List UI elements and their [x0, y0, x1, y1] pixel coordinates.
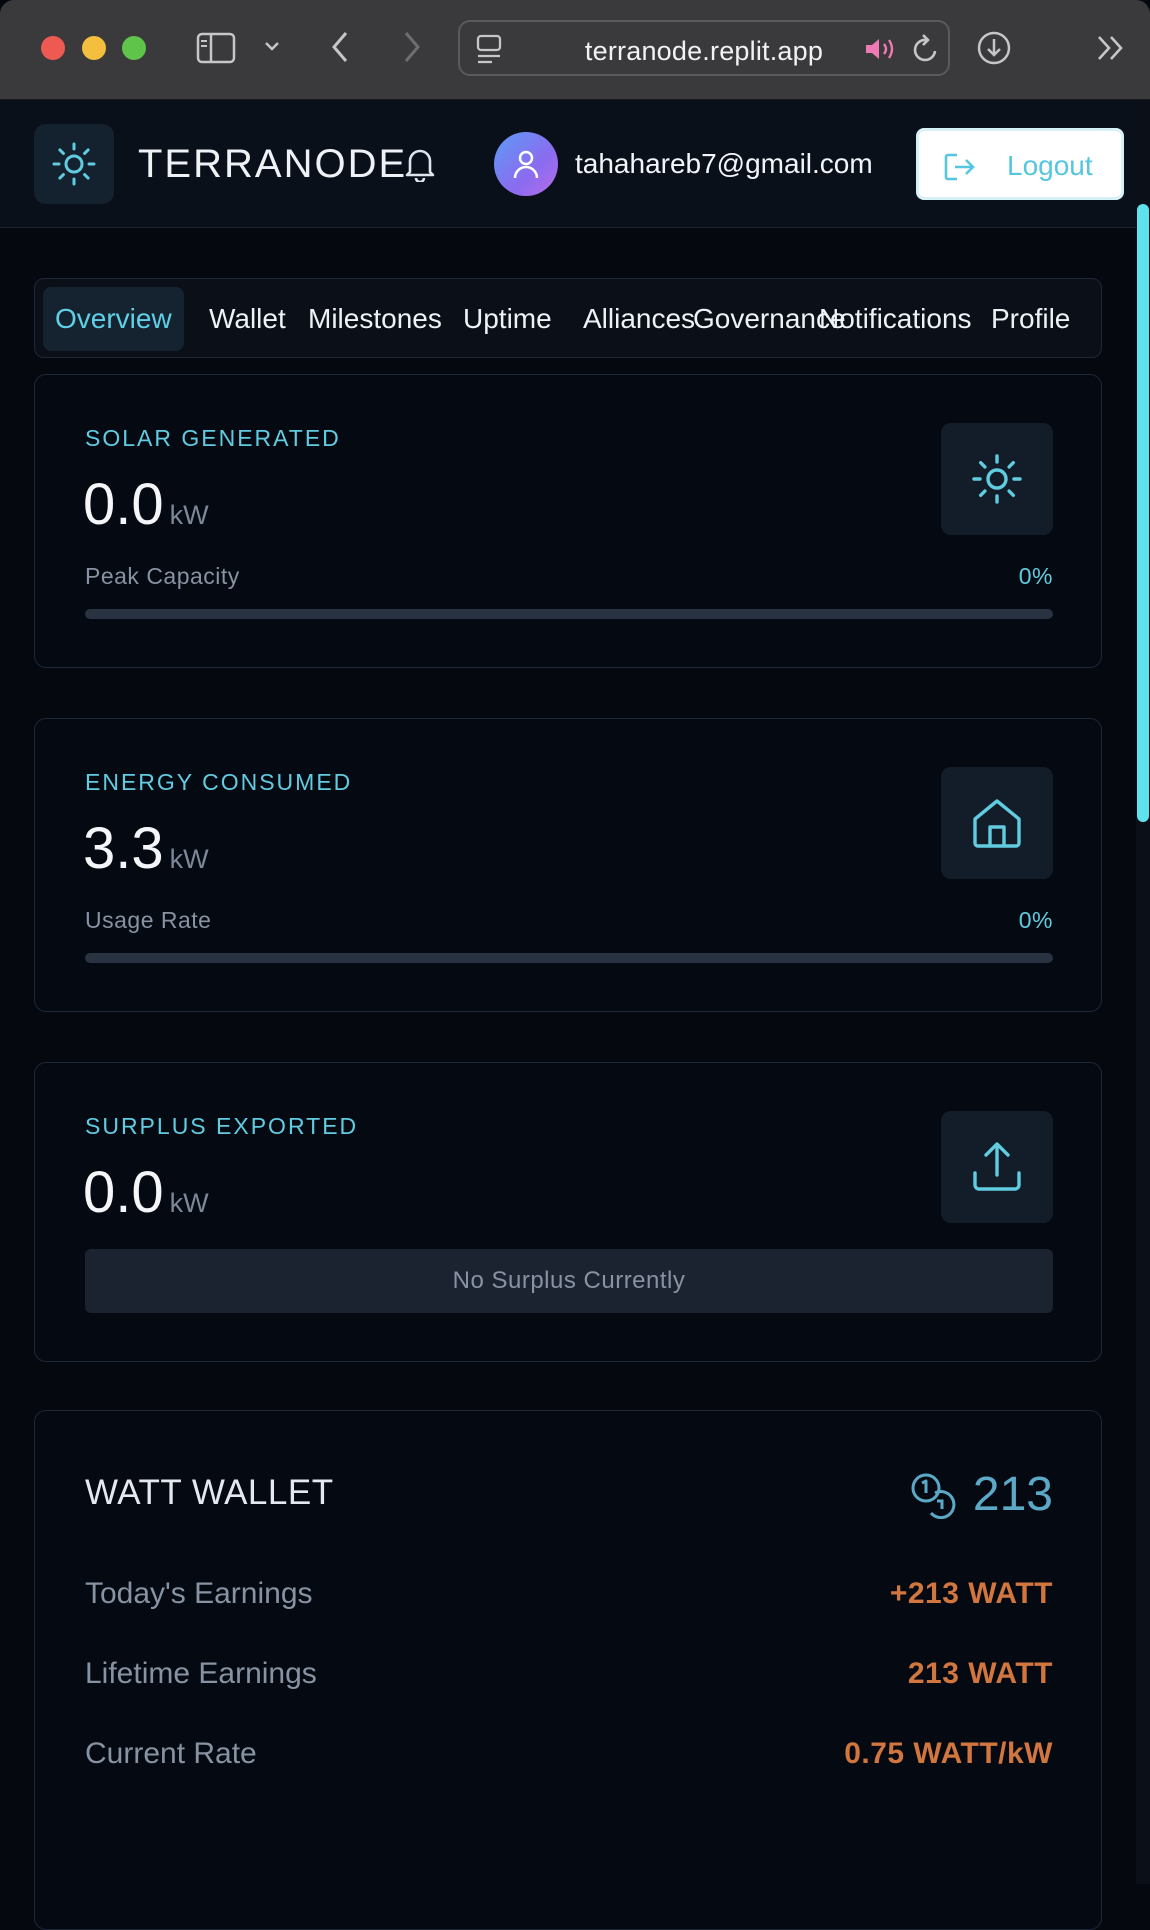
lifetime-earnings-value: 213 WATT [907, 1657, 1053, 1690]
value-number: 0.0 [83, 472, 164, 537]
solar-icon-box [941, 423, 1053, 535]
app-header: TERRANODE tahahareb7@gmail.com Logout [0, 100, 1136, 228]
todays-earnings-value: +213 WATT [889, 1577, 1053, 1610]
audio-playing-icon[interactable] [864, 36, 898, 62]
wallet-balance: 213 [909, 1467, 1053, 1523]
more-toolbar-icon[interactable] [1096, 34, 1126, 62]
logout-button[interactable]: Logout [916, 128, 1124, 200]
value-unit: kW [169, 1188, 209, 1218]
sun-icon [972, 454, 1022, 504]
tab-wallet[interactable]: Wallet [209, 287, 286, 351]
usage-rate-bar [85, 953, 1053, 963]
brand-name: TERRANODE [138, 142, 408, 186]
card-label: SOLAR GENERATED [85, 425, 341, 451]
card-label: ENERGY CONSUMED [85, 769, 353, 795]
close-window-button[interactable] [41, 36, 65, 60]
wallet-balance-value: 213 [972, 1468, 1053, 1521]
tab-alliances[interactable]: Alliances [583, 287, 695, 351]
sun-logo-icon [52, 142, 96, 186]
peak-capacity-label: Peak Capacity [85, 563, 240, 589]
logout-label: Logout [1007, 150, 1093, 181]
tab-overview[interactable]: Overview [43, 287, 184, 351]
main-tabs: Overview Wallet Milestones Uptime Allian… [34, 278, 1102, 358]
address-bar[interactable]: terranode.replit.app [458, 20, 950, 76]
usage-rate-label: Usage Rate [85, 907, 212, 933]
browser-toolbar: terranode.replit.app [0, 0, 1150, 100]
value-unit: kW [169, 844, 209, 874]
scrollbar-thumb[interactable] [1137, 204, 1149, 822]
downloads-icon[interactable] [976, 30, 1012, 66]
reload-icon[interactable] [912, 34, 940, 64]
surplus-icon-box [941, 1111, 1053, 1223]
tab-milestones[interactable]: Milestones [308, 287, 442, 351]
notifications-bell-icon[interactable] [404, 146, 436, 187]
surplus-value: 0.0 kW [83, 1159, 209, 1226]
energy-icon-box [941, 767, 1053, 879]
sidebar-toggle-icon[interactable] [196, 32, 236, 64]
user-icon [513, 150, 539, 179]
current-rate-value: 0.75 WATT/kW [844, 1737, 1053, 1770]
energy-value: 3.3 kW [83, 815, 209, 882]
coins-icon [911, 1473, 956, 1519]
minimize-window-button[interactable] [82, 36, 106, 60]
upload-icon [973, 1142, 1021, 1191]
peak-capacity-bar [85, 609, 1053, 619]
tab-notifications[interactable]: Notifications [819, 287, 972, 351]
user-avatar[interactable] [494, 132, 558, 196]
logout-icon [944, 153, 975, 181]
tab-profile[interactable]: Profile [991, 287, 1070, 351]
usage-rate-percent: 0% [1018, 907, 1053, 933]
surplus-exported-card: SURPLUS EXPORTED 0.0 kW No Surplus Curren… [34, 1062, 1102, 1362]
todays-earnings-label: Today's Earnings [85, 1577, 313, 1610]
energy-consumed-card: ENERGY CONSUMED 3.3 kW Usage Rate 0% [34, 718, 1102, 1012]
app-viewport: TERRANODE tahahareb7@gmail.com Logout Ov… [0, 100, 1150, 1930]
value-number: 3.3 [83, 816, 164, 881]
tab-uptime[interactable]: Uptime [463, 287, 552, 351]
scrollbar[interactable] [1136, 100, 1150, 1884]
current-rate-label: Current Rate [85, 1737, 257, 1770]
value-number: 0.0 [83, 1160, 164, 1225]
chevron-down-icon[interactable] [264, 40, 280, 52]
peak-capacity-percent: 0% [1018, 563, 1053, 589]
logo[interactable] [34, 124, 114, 204]
lifetime-earnings-label: Lifetime Earnings [85, 1657, 317, 1690]
back-icon[interactable] [330, 30, 350, 64]
user-email: tahahareb7@gmail.com [575, 148, 873, 179]
solar-generated-card: SOLAR GENERATED 0.0 kW Peak Capacity 0% [34, 374, 1102, 668]
watt-wallet-card: WATT WALLET 213 Today's Earnings +213 WA… [34, 1410, 1102, 1930]
forward-icon[interactable] [402, 30, 422, 64]
surplus-status: No Surplus Currently [85, 1249, 1053, 1313]
wallet-title: WATT WALLET [85, 1473, 334, 1512]
solar-value: 0.0 kW [83, 471, 209, 538]
card-label: SURPLUS EXPORTED [85, 1113, 359, 1139]
value-unit: kW [169, 500, 209, 530]
zoom-window-button[interactable] [122, 36, 146, 60]
home-icon [973, 799, 1021, 848]
